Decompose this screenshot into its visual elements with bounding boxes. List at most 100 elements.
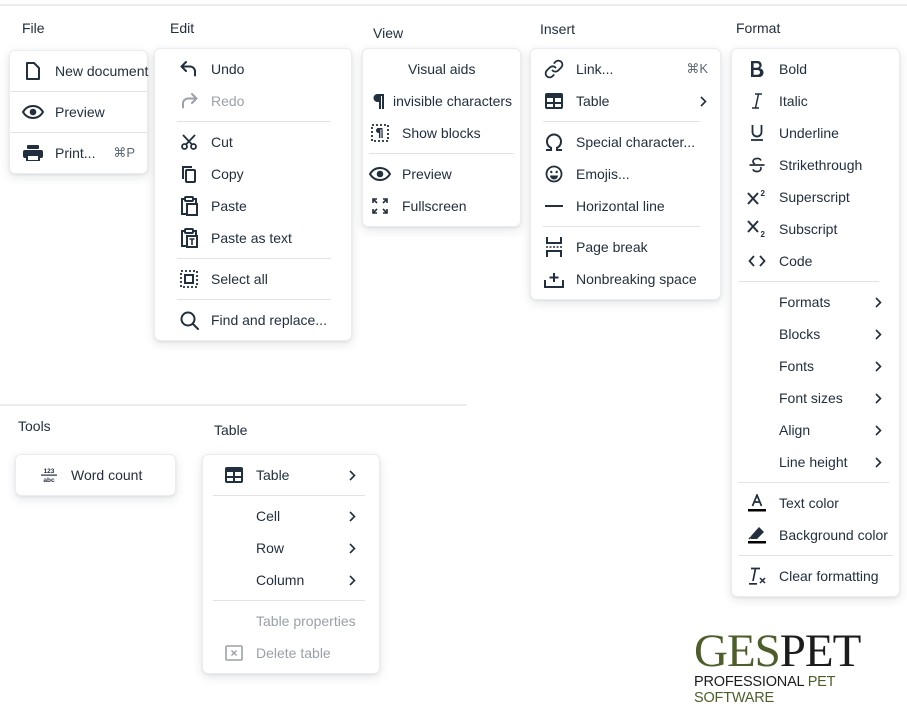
nonbreaking-space-icon <box>543 268 565 290</box>
format-menu: Bold Italic Underline Strikethrough 2 Su… <box>731 48 900 597</box>
menu-item-special-character[interactable]: Special character... <box>531 126 720 158</box>
menu-item-link[interactable]: Link... ⌘K <box>531 53 720 85</box>
menu-item-superscript[interactable]: 2 Superscript <box>732 181 899 213</box>
separator <box>738 281 879 282</box>
menu-item-select-all[interactable]: Select all <box>155 263 351 295</box>
menu-item-label: New document <box>55 63 149 79</box>
view-menu: Visual aids invisible characters Show bl… <box>362 48 521 227</box>
menu-item-column[interactable]: Column <box>203 564 379 596</box>
menu-item-label: Column <box>256 572 305 588</box>
menu-item-invisible-characters[interactable]: invisible characters <box>363 85 520 117</box>
menu-item-label: Redo <box>211 93 245 109</box>
menu-item-horizontal-line[interactable]: Horizontal line <box>531 190 720 222</box>
svg-text:2: 2 <box>761 230 766 238</box>
menu-item-label: Horizontal line <box>576 198 665 214</box>
menu-item-subscript[interactable]: 2 Subscript <box>732 213 899 245</box>
menu-item-word-count[interactable]: 123 abc Word count <box>16 459 175 491</box>
menu-item-row[interactable]: Row <box>203 532 379 564</box>
menu-item-table[interactable]: Table <box>203 459 379 491</box>
separator <box>738 555 893 556</box>
menu-item-label: Special character... <box>576 134 696 150</box>
menu-item-paste-as-text[interactable]: Paste as text <box>155 222 351 254</box>
tools-menu: 123 abc Word count <box>15 454 176 496</box>
logo-tagline-dark: PROFESSIONAL <box>694 674 808 690</box>
separator <box>10 132 147 133</box>
menu-item-find-and-replace[interactable]: Find and replace... <box>155 304 351 336</box>
file-menu: New document Preview Print... ⌘P <box>9 50 148 174</box>
chevron-right-icon <box>347 542 357 554</box>
menu-item-label: Preview <box>402 166 452 182</box>
italic-icon <box>746 90 768 112</box>
menu-item-page-break[interactable]: Page break <box>531 231 720 263</box>
chevron-right-icon <box>347 574 357 586</box>
menu-item-label: Text color <box>779 495 839 511</box>
chevron-right-icon <box>873 296 883 308</box>
separator <box>177 258 331 259</box>
menu-item-new-document[interactable]: New document <box>10 55 149 87</box>
menu-item-italic[interactable]: Italic <box>732 85 899 117</box>
shortcut-label: ⌘P <box>113 145 135 160</box>
separator <box>213 495 365 496</box>
menu-item-strikethrough[interactable]: Strikethrough <box>732 149 899 181</box>
menu-item-font-sizes[interactable]: Font sizes <box>732 382 899 414</box>
menu-item-print[interactable]: Print... ⌘P <box>10 137 147 169</box>
menu-item-clear-formatting[interactable]: Clear formatting <box>732 560 899 592</box>
chevron-right-icon <box>347 469 357 481</box>
menu-item-label: Nonbreaking space <box>576 271 697 287</box>
menu-item-copy[interactable]: Copy <box>155 158 351 190</box>
menu-item-visual-aids[interactable]: Visual aids <box>363 53 520 85</box>
menu-item-label: Strikethrough <box>779 157 863 173</box>
word-count-bottom-glyph: abc <box>43 477 55 483</box>
search-icon <box>178 309 200 331</box>
menu-item-label: Font sizes <box>779 390 843 406</box>
logo-wordmark-dark: PET <box>779 625 862 677</box>
menu-item-show-blocks[interactable]: Show blocks <box>363 117 520 149</box>
bold-icon <box>746 58 768 80</box>
menu-item-label: Link... <box>576 61 614 77</box>
menu-item-label: Find and replace... <box>211 312 327 328</box>
menu-item-delete-table: Delete table <box>203 637 379 669</box>
menu-title-view: View <box>373 25 404 41</box>
menu-item-bold[interactable]: Bold <box>732 53 899 85</box>
menu-item-align[interactable]: Align <box>732 414 899 446</box>
link-icon <box>543 58 565 80</box>
menu-title-format: Format <box>736 20 781 36</box>
menu-item-label: Undo <box>211 61 245 77</box>
separator <box>543 121 700 122</box>
separator <box>213 600 365 601</box>
menu-item-line-height[interactable]: Line height <box>732 446 899 478</box>
menu-item-paste[interactable]: Paste <box>155 190 351 222</box>
menu-item-background-color[interactable]: Background color <box>732 519 899 551</box>
menu-item-preview[interactable]: Preview <box>10 96 147 128</box>
menu-item-underline[interactable]: Underline <box>732 117 899 149</box>
menu-item-emojis[interactable]: Emojis... <box>531 158 720 190</box>
menu-item-text-color[interactable]: Text color <box>732 487 899 519</box>
redo-icon <box>178 90 200 112</box>
menu-item-table[interactable]: Table <box>531 85 720 117</box>
menu-item-label: invisible characters <box>393 93 513 109</box>
menu-item-code[interactable]: Code <box>732 245 899 277</box>
menu-item-label: Fullscreen <box>402 198 467 214</box>
edit-menu: Undo Redo Cut Copy Paste Paste as text S… <box>154 48 352 341</box>
menu-item-label: Subscript <box>779 221 838 237</box>
menu-item-blocks[interactable]: Blocks <box>732 318 899 350</box>
chevron-right-icon <box>873 328 883 340</box>
divider-middle <box>0 404 467 406</box>
menu-item-fullscreen[interactable]: Fullscreen <box>363 190 520 222</box>
menu-item-cut[interactable]: Cut <box>155 126 351 158</box>
separator <box>177 121 331 122</box>
table-icon <box>543 90 565 112</box>
menu-item-undo[interactable]: Undo <box>155 53 351 85</box>
superscript-icon: 2 <box>746 186 768 208</box>
menu-item-nonbreaking-space[interactable]: Nonbreaking space <box>531 263 720 295</box>
paste-icon <box>178 195 200 217</box>
menu-item-fonts[interactable]: Fonts <box>732 350 899 382</box>
menu-item-label: Word count <box>71 467 143 483</box>
paste-text-icon <box>178 227 200 249</box>
menu-item-preview[interactable]: Preview <box>363 158 520 190</box>
logo-wordmark-green: GES <box>694 625 781 677</box>
menu-title-file: File <box>22 20 45 36</box>
menu-item-formats[interactable]: Formats <box>732 286 899 318</box>
menu-item-redo: Redo <box>155 85 351 117</box>
menu-item-cell[interactable]: Cell <box>203 500 379 532</box>
